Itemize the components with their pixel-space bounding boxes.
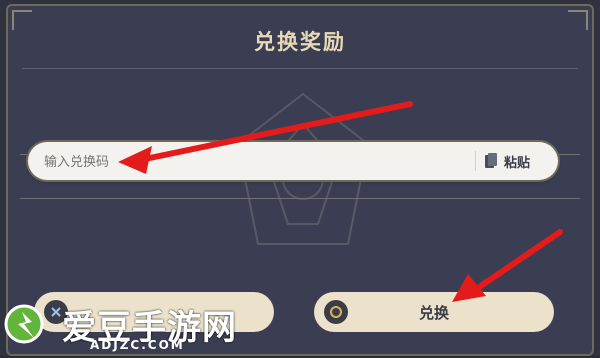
paste-label: 粘贴 xyxy=(504,155,531,171)
game-window: 兑换奖励 粘贴 xyxy=(0,0,600,356)
clipboard-icon xyxy=(485,153,497,168)
input-frame-line-bottom xyxy=(20,198,580,199)
redeem-button-label: 兑换 xyxy=(418,303,449,322)
site-logo-icon xyxy=(4,304,44,344)
redeem-button[interactable]: 兑换 xyxy=(314,292,554,332)
site-domain: ADJZC.COM xyxy=(90,338,185,352)
paste-button[interactable]: 粘贴 xyxy=(484,149,530,173)
dialog-title: 兑换奖励 xyxy=(254,30,346,54)
paste-separator xyxy=(475,151,476,171)
title-divider xyxy=(22,68,578,69)
redeem-code-field[interactable]: 粘贴 xyxy=(28,142,558,180)
redeem-code-input[interactable] xyxy=(42,150,476,174)
